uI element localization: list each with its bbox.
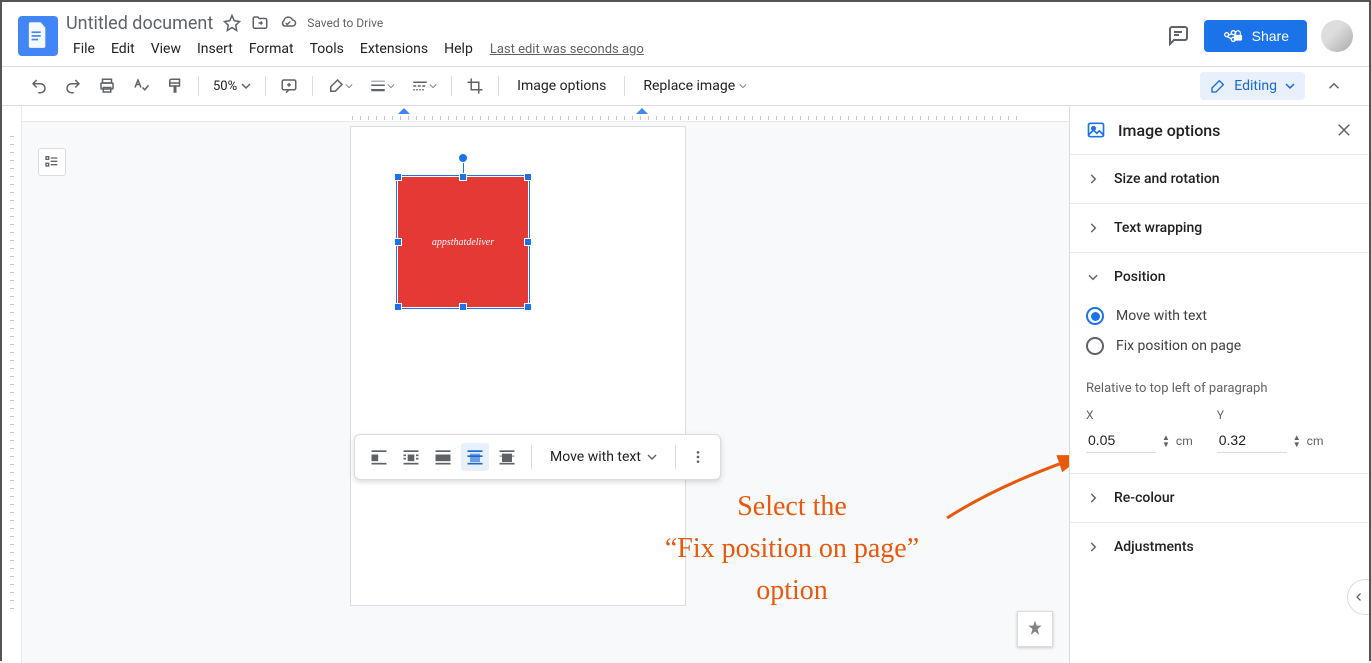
crop-button[interactable]: [460, 73, 490, 99]
undo-button[interactable]: [24, 73, 54, 99]
image-options-sidebar: Image options Size and rotation Text wra…: [1069, 106, 1369, 663]
print-button[interactable]: [92, 73, 122, 99]
rotate-handle[interactable]: [458, 153, 468, 163]
section-recolour[interactable]: Re-colour: [1070, 474, 1369, 522]
star-icon[interactable]: [223, 14, 241, 32]
resize-handle-b[interactable]: [459, 303, 467, 311]
section-adjustments[interactable]: Adjustments: [1070, 523, 1369, 571]
x-unit: cm: [1176, 434, 1193, 448]
section-text-wrapping[interactable]: Text wrapping: [1070, 204, 1369, 252]
docs-logo[interactable]: [18, 16, 58, 56]
document-canvas[interactable]: appsthatdeliver Move with text: [2, 106, 1069, 663]
radio-selected-icon: [1086, 307, 1104, 325]
horizontal-ruler: [22, 106, 1069, 122]
chevron-down-icon: [1086, 270, 1100, 284]
image-options-button[interactable]: Image options: [507, 74, 616, 98]
collapse-toolbar-button[interactable]: [1321, 73, 1347, 99]
border-dash-button[interactable]: [405, 73, 443, 99]
resize-handle-tl[interactable]: [394, 173, 402, 181]
border-color-button[interactable]: [321, 73, 359, 99]
x-label: X: [1086, 408, 1193, 422]
left-indent-marker[interactable]: [398, 108, 410, 120]
x-input[interactable]: [1086, 428, 1156, 453]
resize-handle-r[interactable]: [524, 238, 532, 246]
saved-status: Saved to Drive: [307, 16, 383, 30]
border-weight-button[interactable]: [363, 73, 401, 99]
move-mode-select[interactable]: Move with text: [542, 445, 665, 469]
image-floating-toolbar: Move with text: [354, 434, 721, 480]
share-label: Share: [1252, 28, 1289, 44]
outline-toggle-button[interactable]: [38, 148, 66, 176]
chevron-right-icon: [1086, 540, 1100, 554]
menu-edit[interactable]: Edit: [104, 39, 142, 59]
account-avatar[interactable]: [1321, 20, 1353, 52]
zoom-select[interactable]: 50%: [207, 75, 257, 98]
tutorial-annotation: Select the “Fix position on page” option: [602, 486, 982, 612]
x-stepper[interactable]: ▲▼: [1162, 434, 1170, 448]
wrap-text-button[interactable]: [397, 443, 425, 471]
section-size-rotation[interactable]: Size and rotation: [1070, 155, 1369, 203]
move-folder-icon[interactable]: [251, 14, 269, 32]
wrap-break-button[interactable]: [429, 443, 457, 471]
vertical-ruler: [2, 106, 22, 663]
resize-handle-t[interactable]: [459, 173, 467, 181]
y-stepper[interactable]: ▲▼: [1293, 434, 1301, 448]
resize-handle-tr[interactable]: [524, 173, 532, 181]
right-indent-marker[interactable]: [636, 108, 648, 120]
menu-format[interactable]: Format: [242, 39, 301, 59]
wrap-behind-button[interactable]: [461, 443, 489, 471]
add-comment-button[interactable]: [274, 73, 304, 99]
toolbar: 50% Image options Replace image Editing: [2, 66, 1369, 106]
resize-handle-l[interactable]: [394, 238, 402, 246]
side-panel-toggle[interactable]: [1347, 579, 1369, 615]
relative-to-label: Relative to top left of paragraph: [1086, 381, 1353, 396]
paint-format-button[interactable]: [160, 73, 190, 99]
y-label: Y: [1217, 408, 1324, 422]
menu-view[interactable]: View: [144, 39, 188, 59]
chevron-right-icon: [1086, 491, 1100, 505]
wrap-inline-button[interactable]: [365, 443, 393, 471]
chevron-right-icon: [1086, 172, 1100, 186]
menu-extensions[interactable]: Extensions: [353, 39, 435, 59]
radio-move-with-text[interactable]: Move with text: [1086, 301, 1353, 331]
menu-insert[interactable]: Insert: [190, 39, 240, 59]
selected-image[interactable]: appsthatdeliver: [398, 177, 528, 307]
resize-handle-bl[interactable]: [394, 303, 402, 311]
radio-fix-position[interactable]: Fix position on page: [1086, 331, 1353, 361]
radio-unselected-icon: [1086, 337, 1104, 355]
spellcheck-button[interactable]: [126, 73, 156, 99]
chevron-right-icon: [1086, 221, 1100, 235]
menu-bar: FileEditViewInsertFormatToolsExtensionsH…: [66, 37, 1166, 61]
last-edit-link[interactable]: Last edit was seconds ago: [490, 42, 644, 57]
resize-handle-br[interactable]: [524, 303, 532, 311]
close-sidebar-button[interactable]: [1335, 121, 1353, 139]
document-title[interactable]: Untitled document: [66, 13, 213, 34]
more-options-button[interactable]: [686, 445, 710, 469]
redo-button[interactable]: [58, 73, 88, 99]
cloud-saved-icon[interactable]: [279, 14, 297, 32]
image-icon: [1086, 120, 1106, 140]
menu-help[interactable]: Help: [437, 39, 480, 59]
menu-file[interactable]: File: [66, 39, 102, 59]
y-unit: cm: [1307, 434, 1324, 448]
editing-mode-select[interactable]: Editing: [1200, 72, 1305, 100]
comment-history-icon[interactable]: [1166, 24, 1190, 48]
section-position[interactable]: Position: [1070, 253, 1369, 301]
replace-image-button[interactable]: Replace image: [633, 74, 757, 98]
share-button[interactable]: Share: [1204, 20, 1307, 52]
explore-button[interactable]: [1017, 611, 1053, 647]
sidebar-title: Image options: [1118, 121, 1323, 140]
wrap-front-button[interactable]: [493, 443, 521, 471]
menu-tools[interactable]: Tools: [303, 39, 351, 59]
y-input[interactable]: [1217, 428, 1287, 453]
